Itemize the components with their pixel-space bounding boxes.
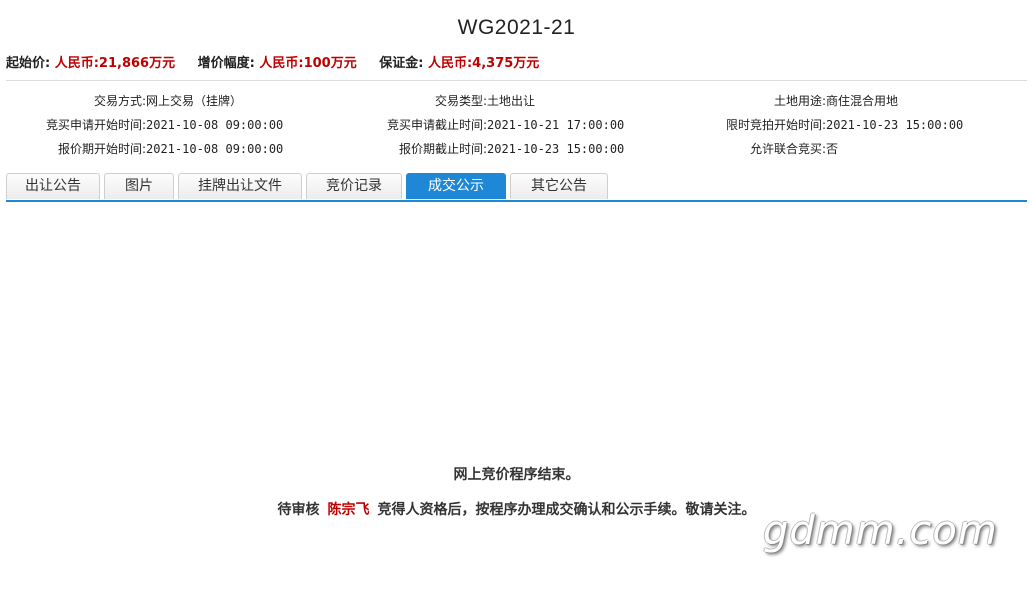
tab-transaction-notice[interactable]: 成交公示 xyxy=(406,173,506,199)
info-row: 竞买申请开始时间:2021-10-08 09:00:00 竞买申请截止时间:20… xyxy=(0,116,1033,140)
info-row: 报价期开始时间:2021-10-08 09:00:00 报价期截止时间:2021… xyxy=(0,140,1033,164)
tab-other-notices[interactable]: 其它公告 xyxy=(510,173,608,199)
info-label: 限时竞拍开始时间: xyxy=(725,118,826,132)
info-label: 交易类型: xyxy=(434,94,487,108)
message-prefix: 待审核 xyxy=(277,502,320,518)
lot-title: WG2021-21 xyxy=(457,16,576,39)
tab-announcement[interactable]: 出让公告 xyxy=(6,173,100,199)
info-item: 允许联合竞买:否 xyxy=(680,140,838,157)
site-watermark: gdmm.com xyxy=(763,508,998,554)
info-label: 竞买申请截止时间: xyxy=(386,118,487,132)
deposit-value: 人民币:4,375万元 xyxy=(427,56,540,71)
info-item: 交易方式:网上交易（挂牌） xyxy=(0,92,242,109)
tab-pictures[interactable]: 图片 xyxy=(104,173,174,199)
tab-bid-records[interactable]: 竞价记录 xyxy=(306,173,402,199)
info-value: 网上交易（挂牌） xyxy=(146,94,243,108)
info-value: 否 xyxy=(826,142,839,156)
tab-listing-documents[interactable]: 挂牌出让文件 xyxy=(178,173,302,199)
info-label: 报价期截止时间: xyxy=(398,142,487,156)
info-label: 报价期开始时间: xyxy=(57,142,146,156)
bidding-ended-message: 网上竞价程序结束。 xyxy=(453,467,580,483)
info-item: 报价期截止时间:2021-10-23 15:00:00 xyxy=(340,140,624,157)
tab-bar: 出让公告 图片 挂牌出让文件 竞价记录 成交公示 其它公告 xyxy=(6,173,612,201)
info-label: 土地用途: xyxy=(773,94,826,108)
deposit-label: 保证金: xyxy=(379,56,424,71)
info-value: 2021-10-23 15:00:00 xyxy=(826,118,964,132)
info-value: 商住混合用地 xyxy=(826,94,899,108)
info-item: 竞买申请截止时间:2021-10-21 17:00:00 xyxy=(340,116,624,133)
info-label: 允许联合竞买: xyxy=(749,142,826,156)
info-row: 交易方式:网上交易（挂牌） 交易类型:土地出让 土地用途:商住混合用地 xyxy=(0,92,1033,116)
info-value: 2021-10-08 09:00:00 xyxy=(146,118,284,132)
info-item: 交易类型:土地出让 xyxy=(340,92,535,109)
price-summary: 起始价: 人民币:21,866万元 增价幅度: 人民币:100万元 保证金: 人… xyxy=(6,52,557,71)
info-item: 竞买申请开始时间:2021-10-08 09:00:00 xyxy=(0,116,283,133)
info-value: 2021-10-08 09:00:00 xyxy=(146,142,284,156)
start-price-value: 人民币:21,866万元 xyxy=(54,56,176,71)
info-item: 限时竞拍开始时间:2021-10-23 15:00:00 xyxy=(680,116,963,133)
start-price-label: 起始价: xyxy=(6,56,51,71)
divider xyxy=(6,80,1027,81)
lot-info: 交易方式:网上交易（挂牌） 交易类型:土地出让 土地用途:商住混合用地 竞买申请… xyxy=(0,92,1033,164)
increment-label: 增价幅度: xyxy=(197,56,255,71)
message-suffix: 竞得人资格后，按程序办理成交确认和公示手续。敬请关注。 xyxy=(377,502,756,518)
info-item: 土地用途:商住混合用地 xyxy=(680,92,898,109)
info-value: 2021-10-21 17:00:00 xyxy=(487,118,625,132)
info-value: 土地出让 xyxy=(487,94,536,108)
info-label: 竞买申请开始时间: xyxy=(45,118,146,132)
info-label: 交易方式: xyxy=(93,94,146,108)
winner-name: 陈宗飞 xyxy=(327,502,370,518)
info-value: 2021-10-23 15:00:00 xyxy=(487,142,625,156)
info-item: 报价期开始时间:2021-10-08 09:00:00 xyxy=(0,140,283,157)
increment-value: 人民币:100万元 xyxy=(259,56,357,71)
